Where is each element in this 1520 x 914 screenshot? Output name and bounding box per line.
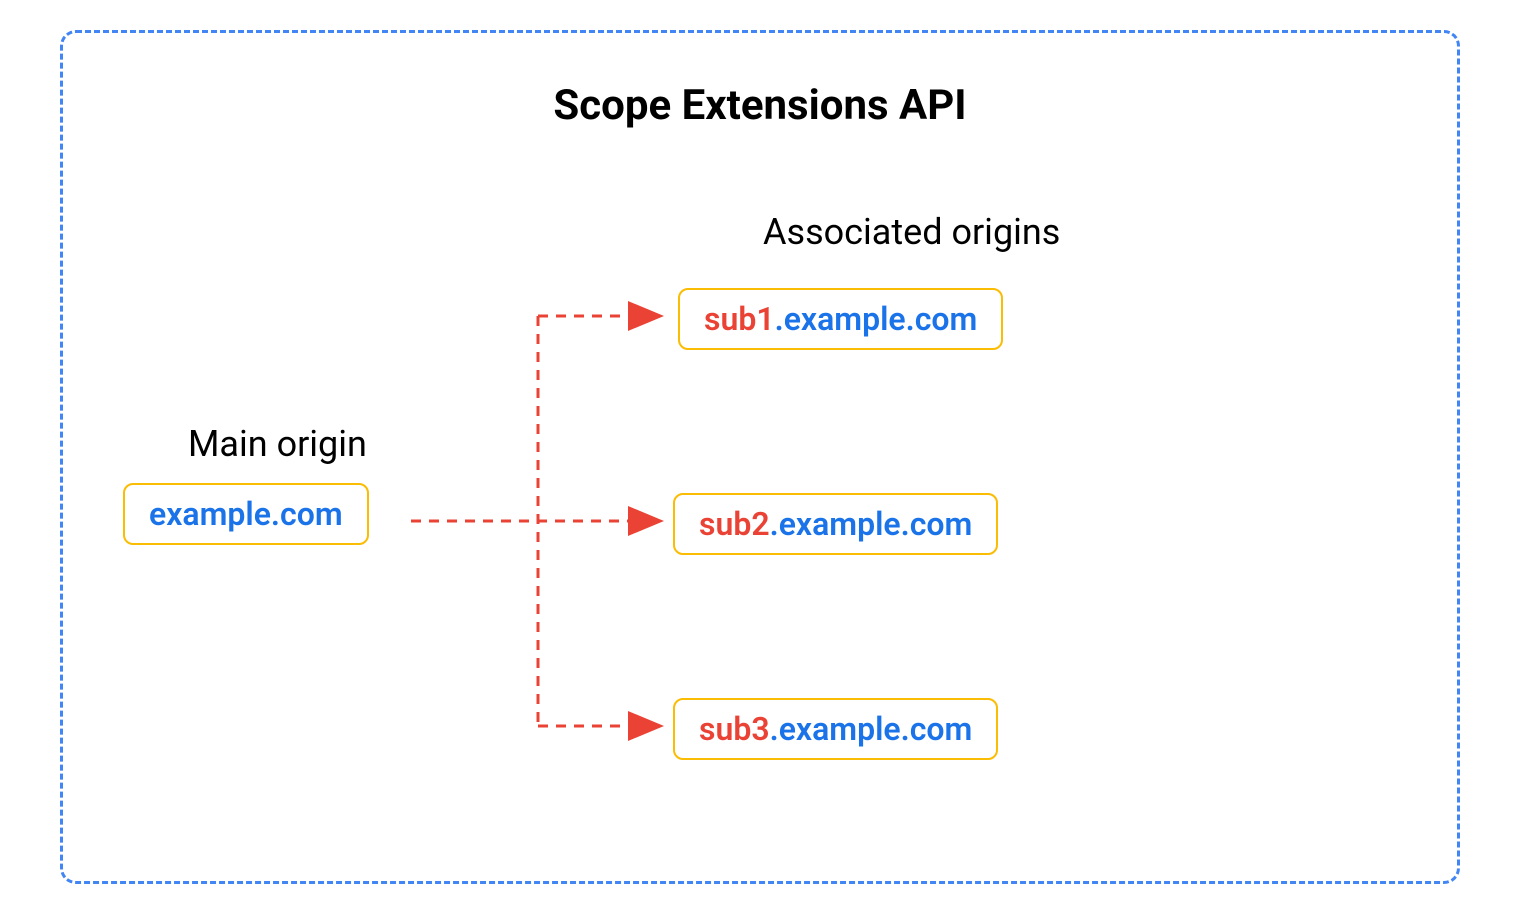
associated-origin-2: sub2.example.com [673,493,998,555]
main-origin-box: example.com [123,483,369,545]
associated-origins-label: Associated origins [763,211,1060,253]
associated-origin-3-prefix: sub3 [699,710,770,748]
associated-origin-2-domain: .example.com [770,505,973,543]
main-origin-domain: example.com [149,495,343,533]
associated-origin-2-prefix: sub2 [699,505,770,543]
diagram-title: Scope Extensions API [103,81,1417,130]
associated-origin-3-domain: .example.com [770,710,973,748]
diagram-container: Scope Extensions API Main origin Associa… [60,30,1460,884]
associated-origin-1-domain: .example.com [775,300,978,338]
associated-origin-3: sub3.example.com [673,698,998,760]
associated-origin-1: sub1.example.com [678,288,1003,350]
main-origin-label: Main origin [188,423,367,465]
associated-origin-1-prefix: sub1 [704,300,775,338]
